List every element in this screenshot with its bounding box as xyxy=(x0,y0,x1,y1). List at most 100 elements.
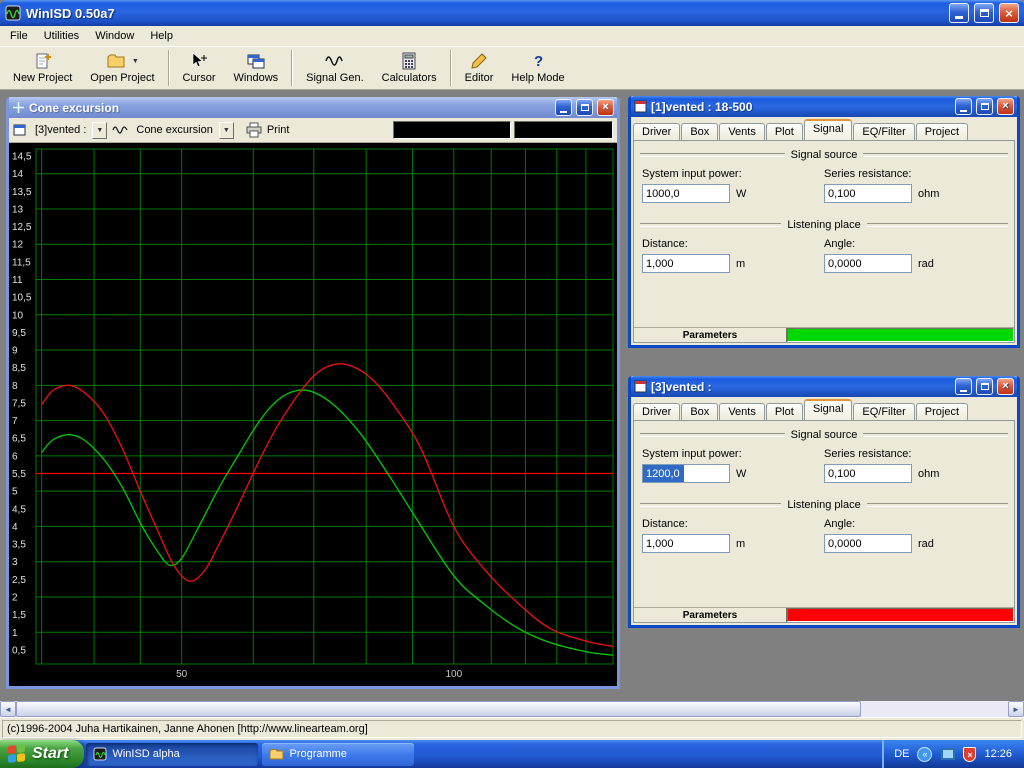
project-icon xyxy=(13,123,27,137)
new-project-icon xyxy=(33,52,53,70)
tab-driver[interactable]: Driver xyxy=(633,123,680,141)
help-mode-button[interactable]: ? Help Mode xyxy=(502,48,573,88)
statusbar: (c)1996-2004 Juha Hartikainen, Janne Aho… xyxy=(0,717,1024,740)
app-titlebar[interactable]: WinISD 0.50a7 × xyxy=(0,0,1024,26)
y-tick-label: 9 xyxy=(12,346,18,357)
cone-excursion-plot[interactable]: 14,51413,51312,51211,51110,5109,598,587,… xyxy=(9,143,617,686)
taskbar-task-programme[interactable]: Programme xyxy=(262,743,414,766)
parameters-button[interactable]: Parameters xyxy=(634,328,787,342)
close-button[interactable]: × xyxy=(597,99,614,116)
tab-box[interactable]: Box xyxy=(681,123,718,141)
chevron-down-icon[interactable]: ▼ xyxy=(92,122,107,139)
project-window-1[interactable]: [1]vented : 18-500 × Driver Box Vents Pl… xyxy=(628,96,1020,348)
print-button[interactable]: Print xyxy=(239,120,296,140)
menu-item-file[interactable]: File xyxy=(2,27,36,45)
editor-button[interactable]: Editor xyxy=(456,48,503,88)
minimize-button[interactable] xyxy=(949,3,969,23)
menu-item-utilities[interactable]: Utilities xyxy=(36,27,87,45)
project-select[interactable]: [3]vented : ▼ xyxy=(30,121,109,140)
plot-frame xyxy=(36,149,613,664)
scrollbar-thumb[interactable] xyxy=(16,701,861,717)
tab-project[interactable]: Project xyxy=(916,123,968,141)
security-alert-icon[interactable]: × xyxy=(963,747,976,762)
distance-label: Distance: xyxy=(642,238,824,250)
minimize-icon xyxy=(560,111,567,113)
series-resistance-field[interactable] xyxy=(824,464,912,483)
cursor-button[interactable]: Cursor xyxy=(174,48,225,88)
maximize-button[interactable] xyxy=(976,378,993,395)
maximize-icon xyxy=(981,103,989,110)
close-button[interactable]: × xyxy=(999,3,1019,23)
chevron-down-icon[interactable]: ▼ xyxy=(219,122,234,139)
distance-field[interactable] xyxy=(642,254,730,273)
graph-select[interactable]: Cone excursion ▼ xyxy=(131,121,235,140)
maximize-button[interactable] xyxy=(976,98,993,115)
tab-signal[interactable]: Signal xyxy=(804,119,853,140)
main-toolbar: New Project ▼ Open Project Cursor Window… xyxy=(0,47,1024,90)
minimize-button[interactable] xyxy=(955,98,972,115)
project-window-3-titlebar[interactable]: [3]vented : × xyxy=(631,376,1017,397)
mdi-horizontal-scrollbar[interactable]: ◄ ► xyxy=(0,701,1024,717)
cone-excursion-window[interactable]: Cone excursion × [3]vented : ▼ Cone excu… xyxy=(6,97,620,689)
project-window-1-titlebar[interactable]: [1]vented : 18-500 × xyxy=(631,96,1017,117)
status-progress-bar xyxy=(787,328,1014,342)
system-input-power-label: System input power: xyxy=(642,168,824,180)
windows-icon xyxy=(246,52,266,70)
project-tabs: Driver Box Vents Plot Signal EQ/Filter P… xyxy=(631,117,1017,140)
series-resistance-field[interactable] xyxy=(824,184,912,203)
taskbar-task-winisd[interactable]: WinISD alpha xyxy=(86,743,258,766)
y-tick-label: 8,5 xyxy=(12,363,26,374)
display-tray-icon[interactable] xyxy=(940,747,955,762)
y-tick-label: 11 xyxy=(12,275,23,286)
cone-window-titlebar[interactable]: Cone excursion × xyxy=(9,97,617,118)
tab-signal[interactable]: Signal xyxy=(804,399,853,420)
new-project-button[interactable]: New Project xyxy=(4,48,81,88)
tab-plot[interactable]: Plot xyxy=(766,123,803,141)
maximize-button[interactable] xyxy=(974,3,994,23)
tab-vents[interactable]: Vents xyxy=(719,403,765,421)
y-tick-label: 4,5 xyxy=(12,504,26,515)
red-curve xyxy=(42,364,613,647)
y-tick-label: 13 xyxy=(12,204,24,215)
windows-button[interactable]: Windows xyxy=(225,48,288,88)
close-button[interactable]: × xyxy=(997,98,1014,115)
minimize-button[interactable] xyxy=(555,99,572,116)
scroll-left-arrow[interactable]: ◄ xyxy=(0,701,16,717)
signal-gen-button[interactable]: Signal Gen. xyxy=(297,48,372,88)
parameters-button[interactable]: Parameters xyxy=(634,608,787,622)
tab-box[interactable]: Box xyxy=(681,403,718,421)
open-project-button[interactable]: ▼ Open Project xyxy=(81,48,163,88)
system-input-power-field[interactable] xyxy=(642,464,730,483)
open-project-dropdown-icon: ▼ xyxy=(132,58,139,65)
project-tabs: Driver Box Vents Plot Signal EQ/Filter P… xyxy=(631,397,1017,420)
angle-field[interactable] xyxy=(824,534,912,553)
menu-item-window[interactable]: Window xyxy=(87,27,142,45)
tab-eq-filter[interactable]: EQ/Filter xyxy=(853,123,914,141)
menu-item-help[interactable]: Help xyxy=(142,27,181,45)
hide-icons-button[interactable]: « xyxy=(917,747,932,762)
minimize-button[interactable] xyxy=(955,378,972,395)
plot-window-icon xyxy=(12,101,25,114)
tab-plot[interactable]: Plot xyxy=(766,403,803,421)
system-input-power-field[interactable] xyxy=(642,184,730,203)
start-button[interactable]: Start xyxy=(0,740,84,768)
project-window-3[interactable]: [3]vented : × Driver Box Vents Plot Sign… xyxy=(628,376,1020,628)
cone-excursion-chart[interactable]: 14,51413,51312,51211,51110,5109,598,587,… xyxy=(9,143,617,686)
maximize-button[interactable] xyxy=(576,99,593,116)
tab-vents[interactable]: Vents xyxy=(719,123,765,141)
language-indicator[interactable]: DE xyxy=(894,748,909,760)
distance-field[interactable] xyxy=(642,534,730,553)
close-button[interactable]: × xyxy=(997,378,1014,395)
y-tick-label: 14,5 xyxy=(12,152,32,163)
scroll-right-arrow[interactable]: ► xyxy=(1008,701,1024,717)
angle-field[interactable] xyxy=(824,254,912,273)
y-tick-label: 12,5 xyxy=(12,222,32,233)
tab-project[interactable]: Project xyxy=(916,403,968,421)
scrollbar-track[interactable] xyxy=(861,701,1008,717)
close-icon: × xyxy=(1005,7,1013,20)
calculators-button[interactable]: Calculators xyxy=(373,48,446,88)
maximize-icon xyxy=(581,104,589,111)
tab-driver[interactable]: Driver xyxy=(633,403,680,421)
tab-eq-filter[interactable]: EQ/Filter xyxy=(853,403,914,421)
group-signal-source: Signal source xyxy=(640,149,1008,161)
